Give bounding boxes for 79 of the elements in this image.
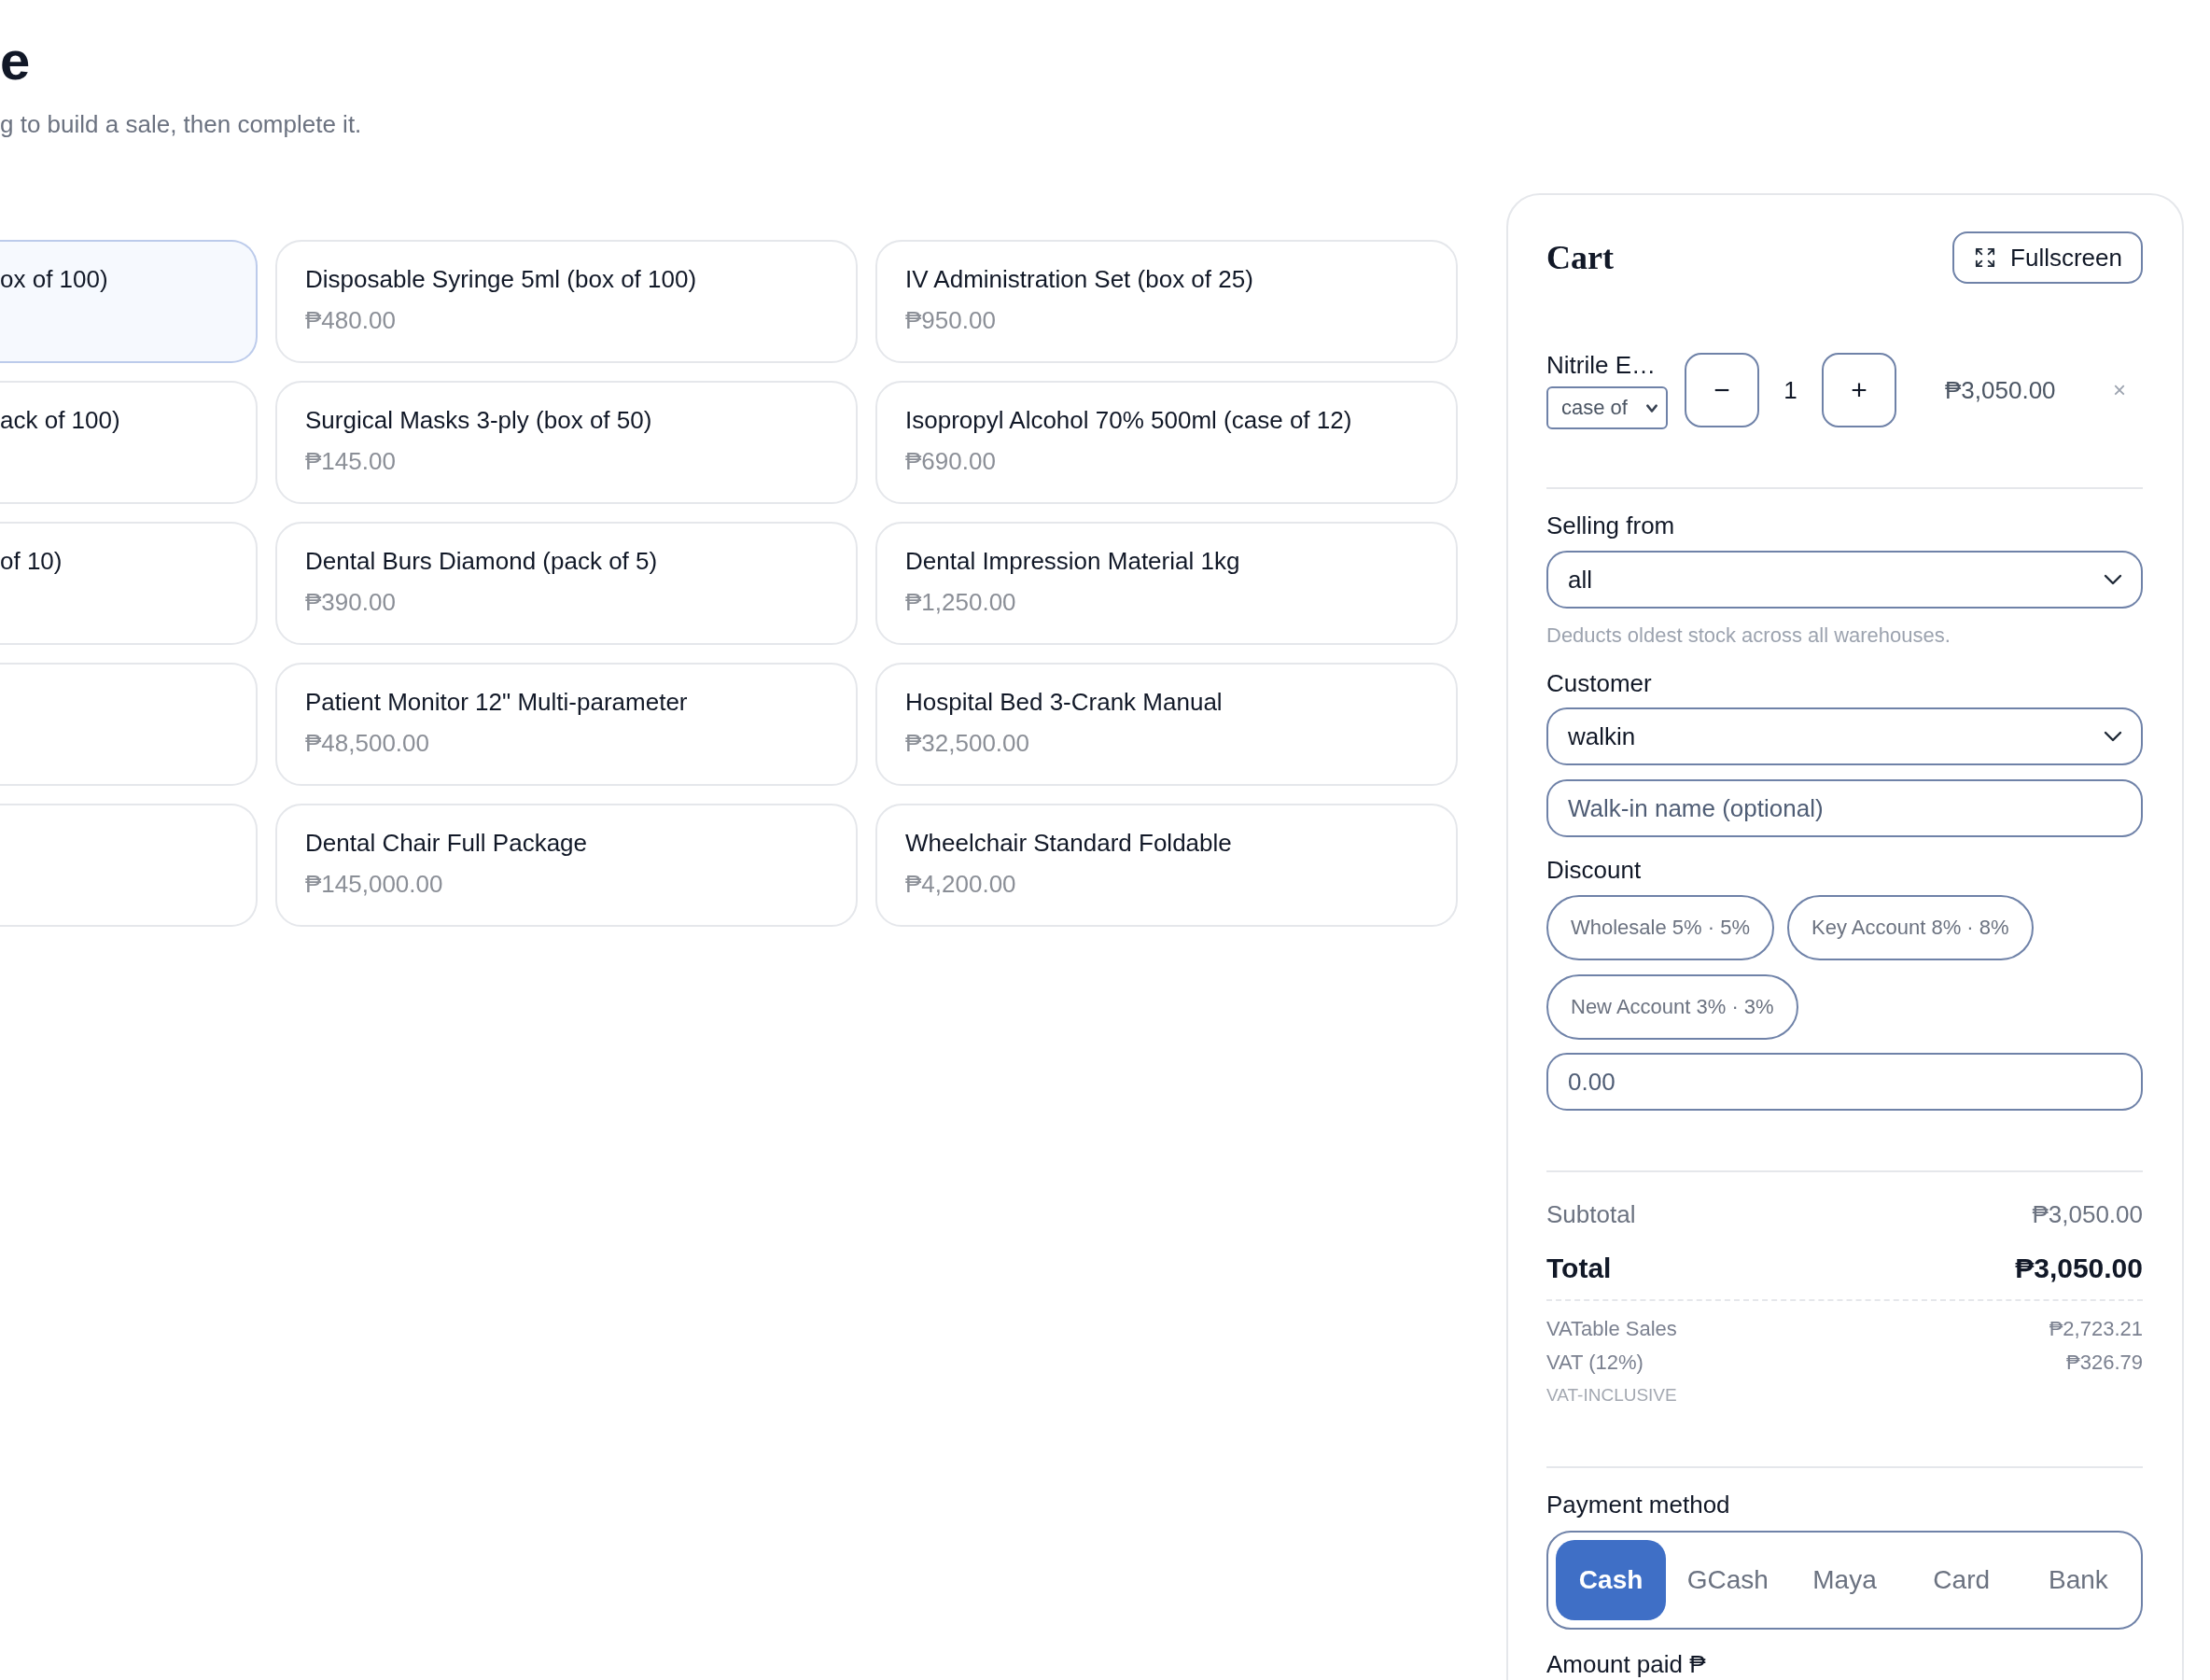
product-card[interactable]: Isopropyl Alcohol 70% 500ml (case of 12) ₱690.00 [875,381,1458,504]
increase-button[interactable]: + [1822,353,1896,427]
subtotal-label: Subtotal [1546,1199,1636,1229]
total-label: Total [1546,1252,1612,1285]
total-value: ₱3,050.00 [2015,1252,2143,1285]
product-price: ₱480.00 [305,306,396,334]
item-name: Nitrile E… [1546,351,1656,379]
product-name: Patient Monitor 12" Multi-parameter [305,688,688,716]
product-name: Isopropyl Alcohol 70% 500ml (case of 12) [905,406,1352,434]
fullscreen-button[interactable]: Fullscreen [1952,231,2143,284]
product-price: ₱32,500.00 [905,729,1029,757]
product-price: ₱4,200.00 [905,870,1016,898]
vat-value: ₱2,723.21 [2049,1316,2143,1342]
field-label: Discount [1546,856,1642,884]
product-card[interactable] [0,804,258,927]
payment-option[interactable]: GCash [1672,1540,1783,1620]
discount-chip[interactable]: Wholesale 5% · 5% [1546,895,1774,960]
product-name: Hospital Bed 3-Crank Manual [905,688,1223,716]
product-card[interactable]: Wheelchair Standard Foldable ₱4,200.00 [875,804,1458,927]
product-price: ₱145.00 [305,447,396,475]
product-card[interactable]: Hospital Bed 3-Crank Manual ₱32,500.00 [875,663,1458,786]
product-name: Dental Impression Material 1kg [905,547,1240,575]
product-card[interactable]: Surgical Masks 3-ply (box of 50) ₱145.00 [275,381,858,504]
line-total: ₱3,050.00 [1945,375,2056,405]
product-card[interactable]: Dental Chair Full Package ₱145,000.00 [275,804,858,927]
unit-select[interactable]: case of [1546,386,1668,429]
product-name: Dental Burs Diamond (pack of 5) [305,547,658,575]
product-name: Wheelchair Standard Foldable [905,829,1232,857]
vat-note: VAT-INCLUSIVE [1546,1384,1677,1407]
product-price: ₱1,250.00 [905,588,1016,616]
product-name: ack of 100) [0,406,120,434]
field-label: Selling from [1546,511,1675,539]
product-card[interactable]: Dental Burs Diamond (pack of 5) ₱390.00 [275,522,858,645]
product-card[interactable]: ox of 100) [0,240,258,363]
product-name: ox of 100) [0,265,108,293]
discount-chip[interactable]: New Account 3% · 3% [1546,974,1798,1040]
product-card[interactable]: Dental Impression Material 1kg ₱1,250.00 [875,522,1458,645]
field-label: Amount paid ₱ [1546,1650,1706,1678]
subtotal-value: ₱3,050.00 [2032,1199,2143,1229]
product-price: ₱690.00 [905,447,996,475]
field-label: Customer [1546,669,1652,697]
payment-option[interactable]: Maya [1789,1540,1900,1620]
chevron-icon [2104,574,2122,585]
product-name: IV Administration Set (box of 25) [905,265,1253,293]
field-label: Payment method [1546,1491,1730,1519]
product-price: ₱48,500.00 [305,729,429,757]
customer-select[interactable]: walkin [1546,707,2143,765]
product-card[interactable]: Disposable Syringe 5ml (box of 100) ₱480.00 [275,240,858,363]
discount-input[interactable]: 0.00 [1546,1053,2143,1111]
page-title: e [0,29,31,92]
page-subtitle: g to build a sale, then complete it. [0,109,362,140]
payment-option[interactable]: Bank [2022,1540,2133,1620]
chevron-icon [2104,731,2122,742]
product-price: ₱145,000.00 [305,870,443,898]
product-name: Surgical Masks 3-ply (box of 50) [305,406,652,434]
vat-value: ₱326.79 [2066,1350,2143,1376]
product-name: Disposable Syringe 5ml (box of 100) [305,265,697,293]
hint-text: Deducts oldest stock across all warehouses. [1546,623,1951,649]
decrease-button[interactable]: − [1685,353,1759,427]
product-name: of 10) [0,547,63,575]
product-card[interactable]: Patient Monitor 12" Multi-parameter ₱48,500.00 [275,663,858,786]
warehouse-select[interactable]: all [1546,551,2143,609]
product-card[interactable]: IV Administration Set (box of 25) ₱950.00 [875,240,1458,363]
discount-chip[interactable]: Key Account 8% · 8% [1787,895,2034,960]
fullscreen-icon [1975,247,1996,268]
vat-label: VATable Sales [1546,1316,1677,1342]
caret-icon [1645,401,1658,414]
product-card[interactable] [0,663,258,786]
name-input[interactable]: Walk-in name (optional) [1546,779,2143,837]
product-price: ₱950.00 [905,306,996,334]
payment-option[interactable]: Card [1906,1540,2017,1620]
vat-label: VAT (12%) [1546,1350,1644,1376]
cart-title: Cart [1546,238,1614,277]
quantity-value: 1 [1783,375,1798,405]
product-price: ₱390.00 [305,588,396,616]
product-card[interactable]: of 10) [0,522,258,645]
product-card[interactable]: ack of 100) [0,381,258,504]
payment-option[interactable]: Cash [1556,1540,1667,1620]
product-name: Dental Chair Full Package [305,829,588,857]
